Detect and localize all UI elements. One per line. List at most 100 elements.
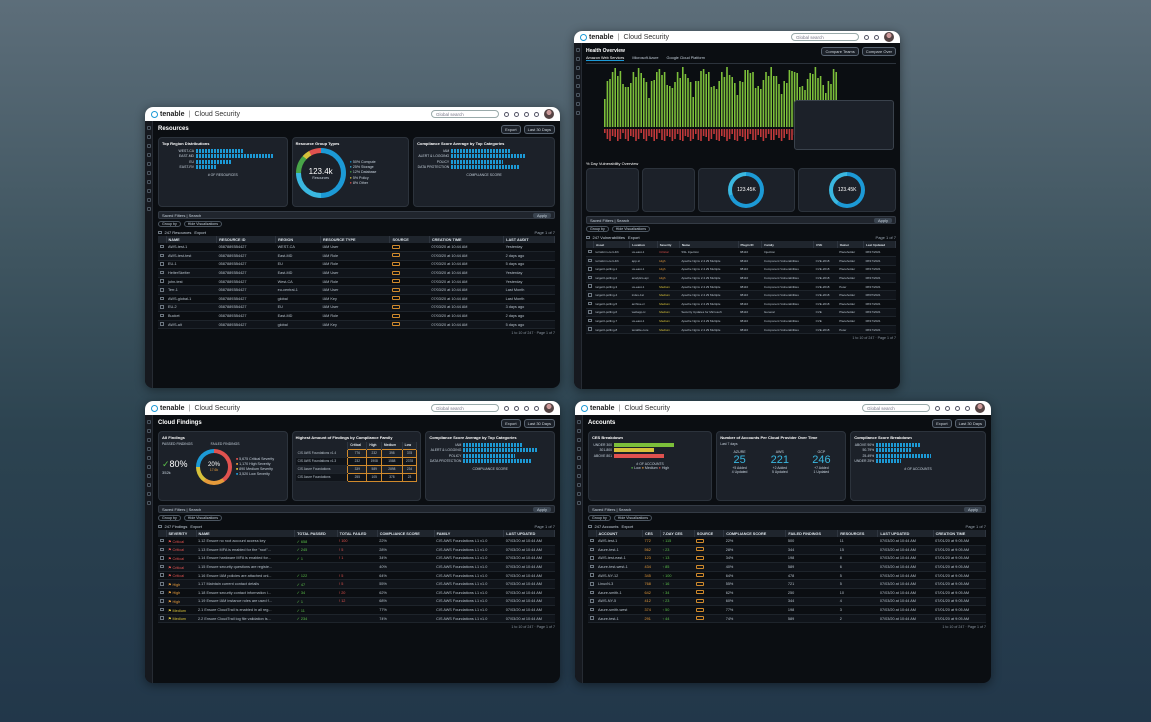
col-header[interactable]: Name xyxy=(679,241,739,248)
col-header[interactable]: CVE xyxy=(813,241,838,248)
tab-aws[interactable]: Amazon Web Services xyxy=(586,56,625,61)
row-checkbox[interactable] xyxy=(160,262,164,266)
row-checkbox[interactable] xyxy=(160,322,164,326)
group-by-chip[interactable]: Group by xyxy=(158,221,181,227)
nav-icon[interactable] xyxy=(146,189,151,193)
row-checkbox[interactable] xyxy=(588,267,592,271)
settings-icon[interactable] xyxy=(514,405,519,411)
nav-icon[interactable] xyxy=(575,93,580,97)
nav-icon[interactable] xyxy=(146,420,151,424)
table-row[interactable]: HelterSkelter 05878893B4427 East-MD IAM Use… xyxy=(158,268,555,278)
global-search-input[interactable]: Global search xyxy=(431,404,499,412)
pagination[interactable]: Page 1 of 7 xyxy=(535,230,555,235)
nav-icon[interactable] xyxy=(576,474,581,478)
nav-icon[interactable] xyxy=(146,144,151,148)
apply-button[interactable]: Apply xyxy=(963,506,982,512)
row-checkbox[interactable] xyxy=(590,616,594,620)
search-input[interactable]: Search xyxy=(617,218,630,223)
col-header[interactable]: CES xyxy=(642,530,661,537)
table-export-button[interactable]: Export xyxy=(628,235,640,240)
row-checkbox[interactable] xyxy=(588,310,592,314)
col-header[interactable]: Asset xyxy=(593,241,631,248)
col-header[interactable]: Plugin ID xyxy=(738,241,763,248)
table-row[interactable]: EU-2 05878893B4427 EU IAM User 07/03/20 at 1… xyxy=(158,303,555,313)
nav-icon[interactable] xyxy=(576,420,581,424)
nav-icon[interactable] xyxy=(146,162,151,166)
saved-filters-button[interactable]: Saved Filters xyxy=(590,218,613,223)
col-header[interactable]: Location xyxy=(629,241,658,248)
col-header[interactable]: Severity xyxy=(657,241,680,248)
col-header[interactable]: CREATION TIME xyxy=(429,236,505,243)
col-header[interactable]: FAMILY xyxy=(434,530,505,537)
row-checkbox[interactable] xyxy=(590,538,594,543)
col-header[interactable]: LAST UPDATED xyxy=(503,530,555,537)
apps-icon[interactable] xyxy=(534,111,539,117)
row-checkbox[interactable] xyxy=(160,616,164,620)
export-button[interactable]: Export xyxy=(932,418,952,428)
global-search-input[interactable]: Global search xyxy=(431,110,499,118)
nav-icon[interactable] xyxy=(575,66,580,70)
compare-over-button[interactable]: Compare Over xyxy=(861,46,896,56)
nav-icon[interactable] xyxy=(146,153,151,157)
table-row[interactable]: Azure-test-1 562 ↑ 23 28% 344 15 07/03/20 at 1… xyxy=(588,545,986,555)
col-header[interactable]: RESOURCES xyxy=(837,530,879,537)
row-checkbox[interactable] xyxy=(160,305,164,309)
row-checkbox[interactable] xyxy=(160,590,164,595)
col-header[interactable]: COMPLIANCE SCORE xyxy=(723,530,787,537)
filter-bar[interactable]: Saved Filters | Search Apply xyxy=(588,505,986,513)
nav-icon[interactable] xyxy=(146,474,151,478)
row-checkbox[interactable] xyxy=(160,547,164,552)
col-header[interactable]: CREATION TIME xyxy=(933,530,987,537)
table-row[interactable]: john-test 05878893B4427 West-CA IAM Role 07/… xyxy=(158,277,555,287)
select-all-checkbox[interactable] xyxy=(588,524,592,529)
row-checkbox[interactable] xyxy=(160,279,164,283)
table-row[interactable]: AWS-test-1 772 ↑ 115 22% 500 11 07/03/20 at 10… xyxy=(588,537,986,547)
filter-bar[interactable]: Saved Filters | Search Apply xyxy=(586,216,896,224)
table-row[interactable]: ⚑ Medium 2.1 Ensure CloudTrail is enabled… xyxy=(158,605,555,615)
table-export-button[interactable]: Export xyxy=(622,524,634,529)
nav-icon[interactable] xyxy=(575,84,580,88)
table-row[interactable]: ⚑ Critical 1.13 Ensure MFA is enabled for… xyxy=(158,545,555,555)
col-header[interactable]: LAST AUDIT xyxy=(503,236,555,243)
bell-icon[interactable] xyxy=(524,405,529,411)
row-checkbox[interactable] xyxy=(160,582,164,586)
bell-icon[interactable] xyxy=(524,111,529,117)
col-header[interactable]: TOTAL PASSED xyxy=(294,530,338,537)
nav-icon[interactable] xyxy=(575,48,580,52)
row-checkbox[interactable] xyxy=(588,284,592,288)
nav-icon[interactable] xyxy=(575,75,580,79)
saved-filters-button[interactable]: Saved Filters xyxy=(162,507,185,512)
table-row[interactable]: CIS AWS Foundations v1.3 232 1908 1588 2378 xyxy=(295,456,418,466)
col-header[interactable]: Last Updated xyxy=(863,241,896,248)
period-select[interactable]: Last 30 Days xyxy=(954,418,986,428)
table-row[interactable]: terraform-cert-4th us-east-1 Critical SSL I… xyxy=(586,248,896,258)
group-by-chip[interactable]: Group by xyxy=(588,515,611,521)
bell-icon[interactable] xyxy=(955,405,960,411)
col-header[interactable]: LAST UPDATED xyxy=(877,530,934,537)
row-checkbox[interactable] xyxy=(588,318,592,323)
settings-icon[interactable] xyxy=(514,111,519,117)
row-checkbox[interactable] xyxy=(160,538,164,543)
search-input[interactable]: Search xyxy=(189,507,202,512)
table-row[interactable]: Azure-test-west-1 434 ↑ 85 40% 589 6 07/03/20 … xyxy=(588,562,986,572)
nav-icon[interactable] xyxy=(146,180,151,184)
settings-icon[interactable] xyxy=(945,405,950,411)
row-checkbox[interactable] xyxy=(588,249,592,254)
help-icon[interactable] xyxy=(504,405,509,411)
nav-icon[interactable] xyxy=(576,501,581,505)
pagination[interactable]: Page 1 of 7 xyxy=(966,524,986,529)
nav-icon[interactable] xyxy=(576,465,581,469)
row-checkbox[interactable] xyxy=(588,327,592,331)
nav-icon[interactable] xyxy=(146,126,151,130)
row-checkbox[interactable] xyxy=(160,573,164,577)
col-header[interactable]: FAILED FINDINGS xyxy=(785,530,839,537)
row-checkbox[interactable] xyxy=(160,288,164,292)
select-all-checkbox[interactable] xyxy=(158,524,162,529)
row-checkbox[interactable] xyxy=(588,258,592,263)
row-checkbox[interactable] xyxy=(590,573,594,577)
nav-icon[interactable] xyxy=(146,501,151,505)
filter-bar[interactable]: Saved Filters | Search Apply xyxy=(158,211,555,219)
nav-icon[interactable] xyxy=(146,207,151,211)
table-row[interactable]: AWS-alt 05878893B4427 global IAM Key 07/03/2… xyxy=(158,320,555,330)
nav-icon[interactable] xyxy=(146,465,151,469)
